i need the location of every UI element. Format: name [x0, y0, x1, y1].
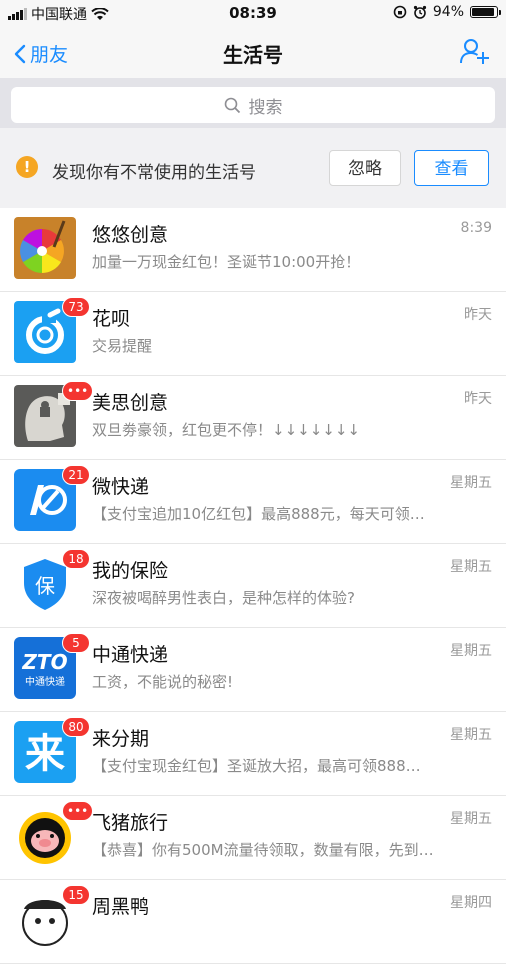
svg-text:中通快递: 中通快递 — [25, 675, 65, 688]
list-item[interactable]: ••• 飞猪旅行 【恭喜】你有500M流量待领取，数量有限，先到… 星期五 — [0, 796, 506, 880]
unread-badge: 80 — [62, 717, 90, 737]
last-message: 加量一万现金红包！圣诞节10:00开抢！ — [92, 253, 361, 271]
last-message: 交易提醒 — [92, 337, 153, 355]
status-bar: 中国联通 08:39 94% — [0, 0, 506, 26]
svg-text:保: 保 — [35, 574, 55, 598]
unread-badge: 5 — [62, 633, 90, 653]
last-message: 【支付宝现金红包】圣诞放大招，最高可领888… — [92, 757, 421, 775]
ignore-button[interactable]: 忽略 — [329, 150, 401, 186]
account-name: 我的保险 — [92, 560, 169, 582]
last-message: 【支付宝追加10亿红包】最高888元，每天可领… — [92, 505, 425, 523]
message-time: 昨天 — [464, 391, 492, 407]
battery-percent: 94% — [432, 4, 464, 20]
search-icon — [224, 97, 240, 113]
message-time: 星期五 — [450, 559, 492, 575]
last-message: 双旦劵豪领，红包更不停！↓↓↓↓↓↓↓ — [92, 421, 360, 439]
message-time: 星期四 — [450, 895, 492, 911]
notice-text: 发现你有不常使用的生活号 — [52, 163, 256, 183]
list-item[interactable]: ••• 美思创意 双旦劵豪领，红包更不停！↓↓↓↓↓↓↓ 昨天 — [0, 376, 506, 460]
unread-badge: ••• — [62, 801, 94, 821]
navigation-bar: 朋友 生活号 — [0, 26, 506, 78]
search-input[interactable]: 搜索 — [11, 87, 495, 123]
list-item[interactable]: 来 80 来分期 【支付宝现金红包】圣诞放大招，最高可领888… 星期五 — [0, 712, 506, 796]
message-time: 星期五 — [450, 643, 492, 659]
view-button[interactable]: 查看 — [414, 150, 489, 186]
add-follow-button[interactable] — [460, 37, 490, 69]
account-name: 中通快递 — [92, 644, 169, 666]
message-time: 星期五 — [450, 811, 492, 827]
account-name: 周黑鸭 — [92, 896, 150, 918]
alarm-icon — [413, 5, 426, 19]
inactive-notice: ! 发现你有不常使用的生活号 忽略 查看 — [0, 128, 506, 208]
account-name: 来分期 — [92, 728, 150, 750]
message-time: 星期五 — [450, 475, 492, 491]
unread-badge: 21 — [62, 465, 90, 485]
unread-badge: 18 — [62, 549, 90, 569]
list-item[interactable]: 悠悠创意 加量一万现金红包！圣诞节10:00开抢！ 8:39 — [0, 208, 506, 292]
list-item[interactable]: 73 花呗 交易提醒 昨天 — [0, 292, 506, 376]
list-item[interactable]: 21 微快递 【支付宝追加10亿红包】最高888元，每天可领… 星期五 — [0, 460, 506, 544]
last-message: 深夜被喝醉男性表白，是种怎样的体验? — [92, 589, 355, 607]
last-message: 【恭喜】你有500M流量待领取，数量有限，先到… — [92, 841, 434, 859]
message-time: 星期五 — [450, 727, 492, 743]
message-time: 8:39 — [460, 220, 492, 236]
account-name: 飞猪旅行 — [92, 812, 169, 834]
unread-badge: ••• — [62, 381, 94, 401]
search-placeholder: 搜索 — [248, 97, 283, 118]
list-item[interactable]: 15 周黑鸭 星期四 — [0, 880, 506, 964]
rotation-lock-icon — [393, 5, 407, 19]
search-bar: 搜索 — [0, 78, 506, 128]
colorwheel-icon — [14, 217, 76, 279]
unread-badge: 15 — [62, 885, 90, 905]
svg-text:ZTO: ZTO — [21, 650, 67, 674]
account-name: 微快递 — [92, 476, 150, 498]
list-item[interactable]: ZTO 中通快递 5 中通快递 工资，不能说的秘密! 星期五 — [0, 628, 506, 712]
battery-icon — [470, 6, 501, 18]
list-item[interactable]: 保 18 我的保险 深夜被喝醉男性表白，是种怎样的体验? 星期五 — [0, 544, 506, 628]
warning-icon: ! — [16, 156, 38, 178]
last-message: 工资，不能说的秘密! — [92, 673, 234, 691]
add-user-icon — [460, 39, 489, 64]
svg-text:来: 来 — [25, 731, 65, 777]
unread-badge: 73 — [62, 297, 90, 317]
status-right: 94% — [393, 4, 501, 20]
account-name: 悠悠创意 — [92, 224, 169, 246]
account-list: 悠悠创意 加量一万现金红包！圣诞节10:00开抢！ 8:39 73 花呗 交易提… — [0, 208, 506, 964]
account-name: 花呗 — [92, 308, 131, 330]
message-time: 昨天 — [464, 307, 492, 323]
page-title: 生活号 — [223, 43, 283, 67]
account-name: 美思创意 — [92, 392, 169, 414]
battery-fill — [472, 8, 494, 16]
